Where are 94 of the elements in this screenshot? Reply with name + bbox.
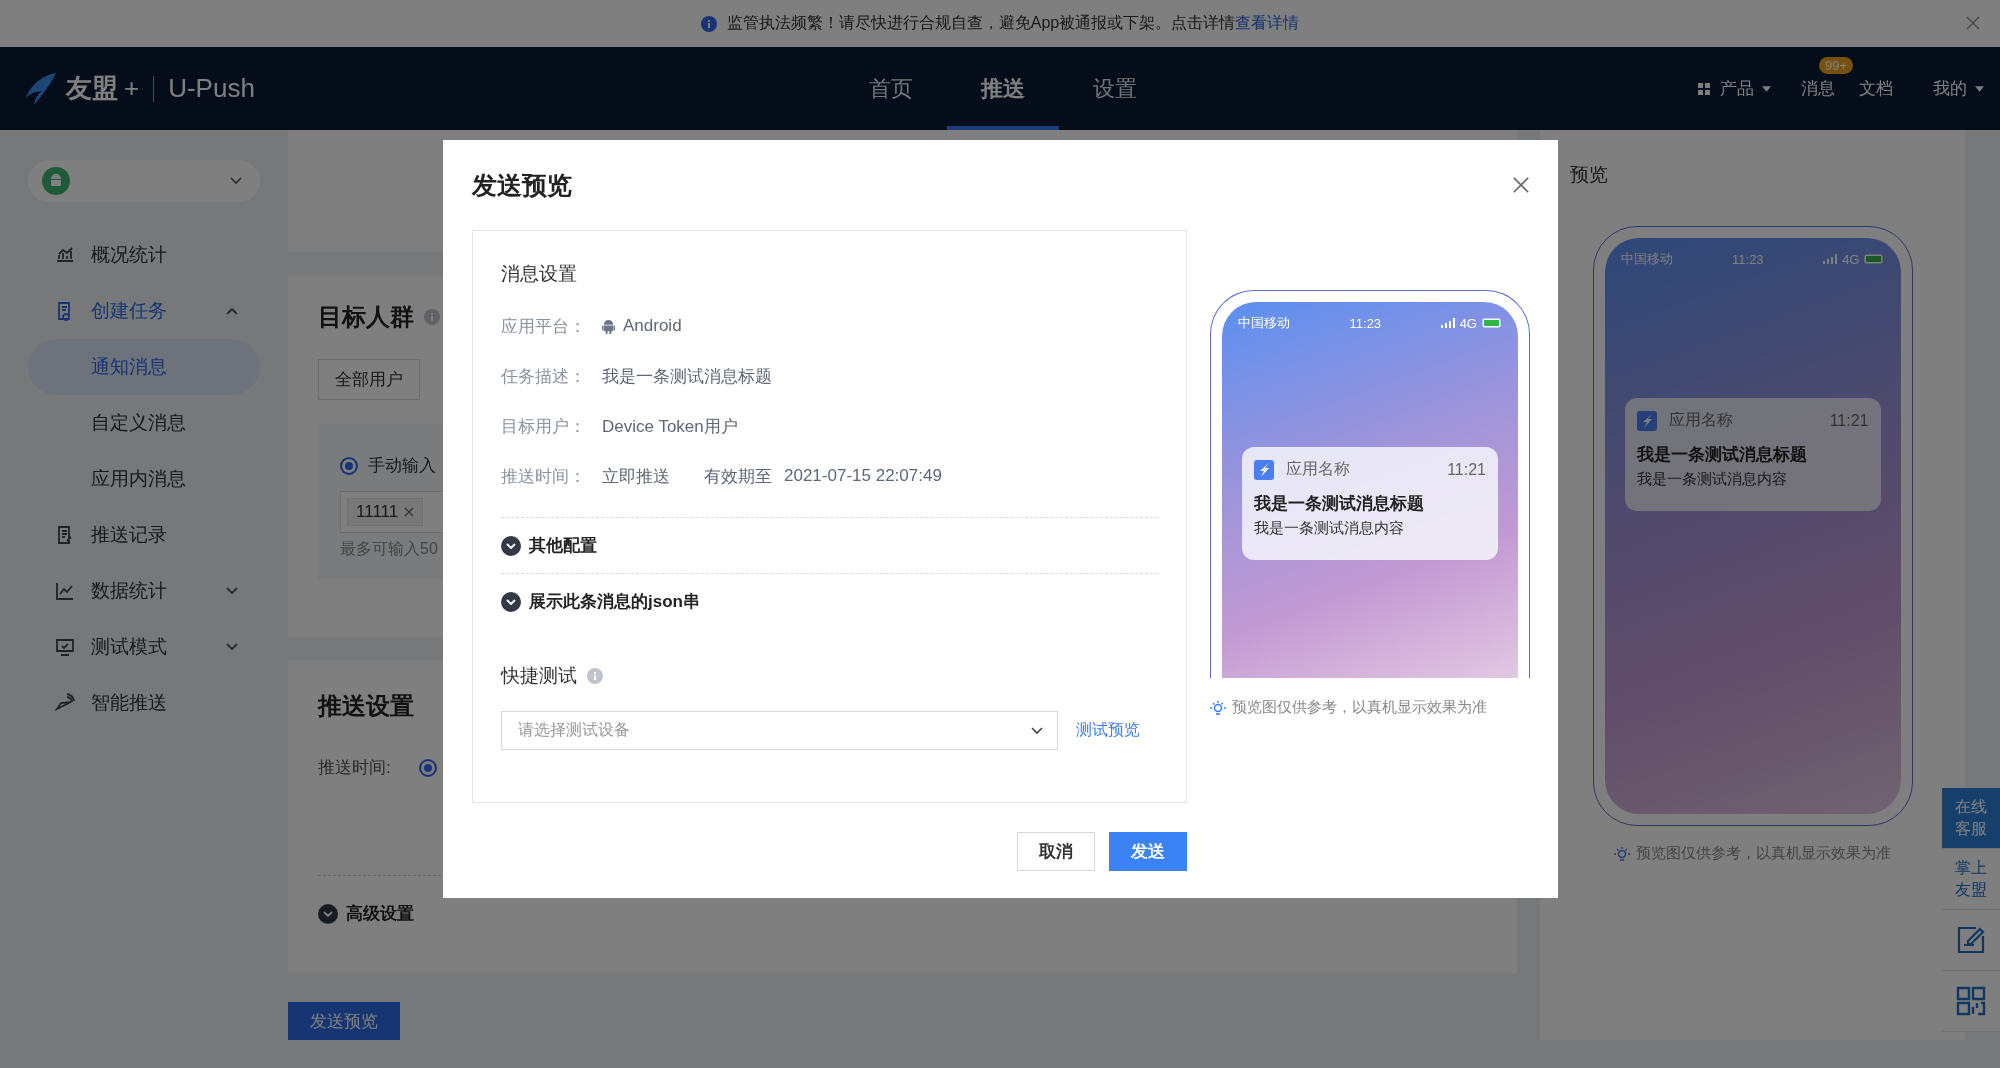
brand-name: 友盟 — [66, 72, 118, 105]
grid-icon — [1698, 82, 1710, 95]
send-button[interactable]: 发送 — [1109, 832, 1187, 871]
field-label: 目标用户： — [501, 415, 587, 438]
battery-icon — [1482, 318, 1502, 328]
info-icon — [424, 309, 440, 325]
remove-icon[interactable] — [404, 507, 415, 517]
network-text: 4G — [1842, 251, 1860, 267]
send-preview-button[interactable]: 发送预览 — [288, 1002, 400, 1040]
clock-text: 11:23 — [1732, 251, 1764, 267]
signal-icon — [1440, 318, 1455, 328]
chevron-down-icon — [1031, 726, 1043, 735]
app-icon — [1254, 459, 1274, 480]
sidebar-subitem[interactable]: 应用内消息 — [28, 451, 260, 507]
field-label: 有效期至 — [704, 465, 772, 488]
network-text: 4G — [1459, 315, 1477, 331]
device-select[interactable]: 请选择测试设备 — [501, 711, 1058, 750]
collapsible-toggle[interactable]: 其他配置 — [529, 534, 597, 557]
notification-time: 11:21 — [1829, 411, 1869, 430]
panel-title: 预览 — [1570, 163, 1608, 187]
sidebar-item[interactable]: 智能推送 — [0, 675, 270, 731]
section-title: 目标人群 — [318, 302, 414, 332]
signal-icon — [1823, 254, 1838, 264]
bar-chart-icon — [55, 245, 75, 265]
notification-body: 我是一条测试消息内容 — [1636, 470, 1788, 489]
field-value: Android — [623, 316, 682, 336]
field-value: 我是一条测试消息标题 — [602, 365, 772, 388]
token-tag: 11111 — [347, 498, 424, 526]
docs-link[interactable]: 文档 — [1859, 77, 1893, 100]
field-value: 立即推送 — [602, 465, 670, 488]
radio-button[interactable] — [418, 758, 437, 777]
sidebar-item[interactable]: 数据统计 — [0, 563, 270, 619]
info-icon — [587, 668, 603, 684]
app-name: 应用名称 — [1668, 410, 1734, 430]
clock-text: 11:23 — [1349, 315, 1382, 331]
field-label: 应用平台： — [501, 315, 587, 338]
info-icon — [700, 15, 717, 32]
audience-tab[interactable]: 全部用户 — [318, 359, 420, 400]
field-value: Device Token用户 — [602, 415, 738, 438]
test-preview-link[interactable]: 测试预览 — [1076, 720, 1140, 741]
count-badge: 99+ — [1819, 57, 1854, 74]
section-title: 推送设置 — [318, 691, 414, 721]
radio-button[interactable] — [340, 456, 358, 475]
chevron-down-icon — [230, 177, 242, 185]
side-tool-button[interactable]: 在线客服 — [1942, 788, 2000, 849]
nav-tab[interactable]: 设置 — [1059, 47, 1171, 130]
lightbulb-icon — [1614, 845, 1630, 862]
account-menu[interactable]: 我的 — [1933, 77, 1967, 100]
carrier-text: 中国移动 — [1238, 314, 1290, 332]
caret-icon — [1762, 85, 1771, 92]
sidebar-subitem[interactable]: 通知消息 — [28, 339, 260, 395]
close-icon[interactable] — [1512, 176, 1530, 194]
dialog-title: 发送预览 — [472, 169, 572, 201]
notice-text: 监管执法频繁！请尽快进行合规自查，避免App被通报或下架。点击详情 — [726, 13, 1236, 33]
field-label: 任务描述： — [501, 365, 587, 388]
carrier-text: 中国移动 — [1620, 250, 1673, 268]
monitor-icon — [55, 637, 75, 657]
hint-text: 预览图仅供参考，以真机显示效果为准 — [1636, 844, 1891, 863]
notification-title: 我是一条测试消息标题 — [1254, 493, 1425, 515]
line-chart-icon — [55, 581, 75, 601]
field-value: 2021-07-15 22:07:49 — [784, 466, 942, 486]
app-icon — [1636, 410, 1657, 431]
field-label: 推送时间： — [501, 465, 587, 488]
edit-icon[interactable] — [1956, 925, 1986, 955]
section-title: 消息设置 — [501, 262, 578, 286]
notification-body: 我是一条测试消息内容 — [1254, 519, 1405, 538]
sidebar-item[interactable]: 创建任务 — [0, 283, 270, 339]
collapsible-toggle[interactable]: 展示此条消息的json串 — [529, 590, 700, 613]
section-title: 快捷测试 — [501, 664, 577, 688]
cancel-button[interactable]: 取消 — [1017, 832, 1095, 871]
sidebar-item[interactable]: 推送记录 — [0, 507, 270, 563]
lightbulb-icon — [1210, 699, 1226, 716]
notification-title: 我是一条测试消息标题 — [1636, 444, 1808, 466]
qr-code-icon[interactable] — [1956, 986, 1986, 1016]
field-label: 推送时间: — [318, 757, 391, 779]
battery-icon — [1864, 254, 1885, 264]
document-icon — [55, 525, 75, 545]
sidebar-item[interactable]: 概况统计 — [0, 227, 270, 283]
hint-text: 最多可输入50 — [340, 539, 438, 559]
products-menu[interactable]: 产品 — [1720, 77, 1754, 100]
advanced-settings-toggle[interactable]: 高级设置 — [346, 902, 414, 925]
app-name: 应用名称 — [1286, 459, 1351, 479]
notification-time: 11:21 — [1447, 460, 1486, 479]
brand-plus: + — [124, 73, 140, 104]
details-link[interactable]: 查看详情 — [1235, 13, 1300, 34]
side-tool-button[interactable]: 掌上友盟 — [1942, 849, 2000, 910]
product-name: U-Push — [168, 73, 255, 104]
nav-tab[interactable]: 首页 — [835, 47, 947, 130]
sidebar-subitem[interactable]: 自定义消息 — [28, 395, 260, 451]
app-select[interactable] — [28, 160, 260, 202]
radio-label: 手动输入 — [368, 455, 436, 477]
hint-text: 预览图仅供参考，以真机显示效果为准 — [1232, 698, 1487, 717]
sidebar-item[interactable]: 测试模式 — [0, 619, 270, 675]
caret-icon — [1975, 85, 1984, 92]
